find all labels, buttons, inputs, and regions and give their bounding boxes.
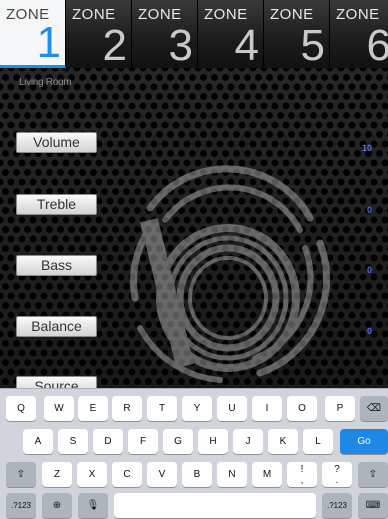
zone-number: 5: [300, 21, 325, 68]
bass-value: 0: [366, 265, 372, 275]
on-screen-keyboard: Q W E R T Y U I O P ⌫ A S D F G H J K L …: [0, 388, 388, 519]
room-name: Living Room: [19, 77, 72, 88]
zone-number: 3: [168, 21, 193, 68]
treble-button[interactable]: Treble: [16, 194, 97, 215]
zone-number: 2: [102, 21, 127, 68]
tab-zone-5[interactable]: ZONE 5: [264, 0, 330, 68]
go-key[interactable]: Go: [340, 429, 388, 454]
key-z[interactable]: Z: [42, 462, 72, 487]
tab-zone-3[interactable]: ZONE 3: [132, 0, 198, 68]
treble-value: 0: [366, 205, 372, 215]
shift-key-left[interactable]: ⇧: [6, 462, 36, 487]
keyboard-icon: ⌨: [365, 500, 381, 511]
key-a[interactable]: A: [23, 429, 53, 454]
rotary-knob-graphic[interactable]: [110, 148, 340, 388]
zone-control-panel: Living Room Volume Treble Bass Balance S…: [0, 68, 388, 388]
volume-button[interactable]: Volume: [16, 132, 97, 153]
key-i[interactable]: I: [252, 396, 282, 421]
volume-value: 10: [361, 143, 372, 153]
key-e[interactable]: E: [78, 396, 108, 421]
globe-icon: ⊕: [52, 500, 62, 511]
microphone-icon: 🎙: [86, 500, 100, 511]
key-r[interactable]: R: [112, 396, 142, 421]
space-bar[interactable]: [114, 493, 316, 518]
key-c[interactable]: C: [112, 462, 142, 487]
key-u[interactable]: U: [217, 396, 247, 421]
key-v[interactable]: V: [147, 462, 177, 487]
key-p[interactable]: P: [325, 396, 355, 421]
key-g[interactable]: G: [163, 429, 193, 454]
backspace-icon: ⌫: [366, 403, 382, 414]
key-m[interactable]: M: [252, 462, 282, 487]
key-question-period[interactable]: ? .: [322, 462, 352, 487]
key-d[interactable]: D: [93, 429, 123, 454]
key-k[interactable]: K: [268, 429, 298, 454]
balance-button[interactable]: Balance: [16, 316, 97, 337]
zone-number: 4: [234, 21, 259, 68]
dismiss-keyboard-key[interactable]: ⌨: [358, 493, 388, 518]
key-y[interactable]: Y: [182, 396, 212, 421]
key-q[interactable]: Q: [6, 396, 36, 421]
globe-key[interactable]: ⊕: [42, 493, 72, 518]
zone-tab-bar: ZONE 1 ZONE 2 ZONE 3 ZONE 4 ZONE 5 ZONE …: [0, 0, 388, 68]
numbers-key-left[interactable]: .?123: [6, 493, 36, 518]
shift-icon: ⇧: [16, 469, 26, 480]
balance-value: 0: [366, 326, 372, 336]
key-o[interactable]: O: [287, 396, 317, 421]
key-f[interactable]: F: [128, 429, 158, 454]
tab-zone-6[interactable]: ZONE 6: [330, 0, 388, 68]
zone-number: 6: [367, 24, 388, 68]
key-b[interactable]: B: [182, 462, 212, 487]
key-n[interactable]: N: [217, 462, 247, 487]
backspace-key[interactable]: ⌫: [360, 396, 388, 421]
source-button[interactable]: Source: [16, 376, 97, 388]
numbers-key-right[interactable]: .?123: [322, 493, 352, 518]
key-h[interactable]: H: [198, 429, 228, 454]
key-t[interactable]: T: [147, 396, 177, 421]
shift-icon: ⇧: [368, 469, 378, 480]
tab-zone-4[interactable]: ZONE 4: [198, 0, 264, 68]
key-s[interactable]: S: [58, 429, 88, 454]
dictation-key[interactable]: 🎙: [78, 493, 108, 518]
key-x[interactable]: X: [77, 462, 107, 487]
key-j[interactable]: J: [233, 429, 263, 454]
key-w[interactable]: W: [44, 396, 74, 421]
bass-button[interactable]: Bass: [16, 255, 97, 276]
zone-number: 1: [36, 18, 61, 67]
key-exclaim-comma[interactable]: ! ,: [287, 462, 317, 487]
key-l[interactable]: L: [303, 429, 333, 454]
tab-zone-2[interactable]: ZONE 2: [66, 0, 132, 68]
shift-key-right[interactable]: ⇧: [358, 462, 388, 487]
tab-zone-1[interactable]: ZONE 1: [0, 0, 66, 68]
